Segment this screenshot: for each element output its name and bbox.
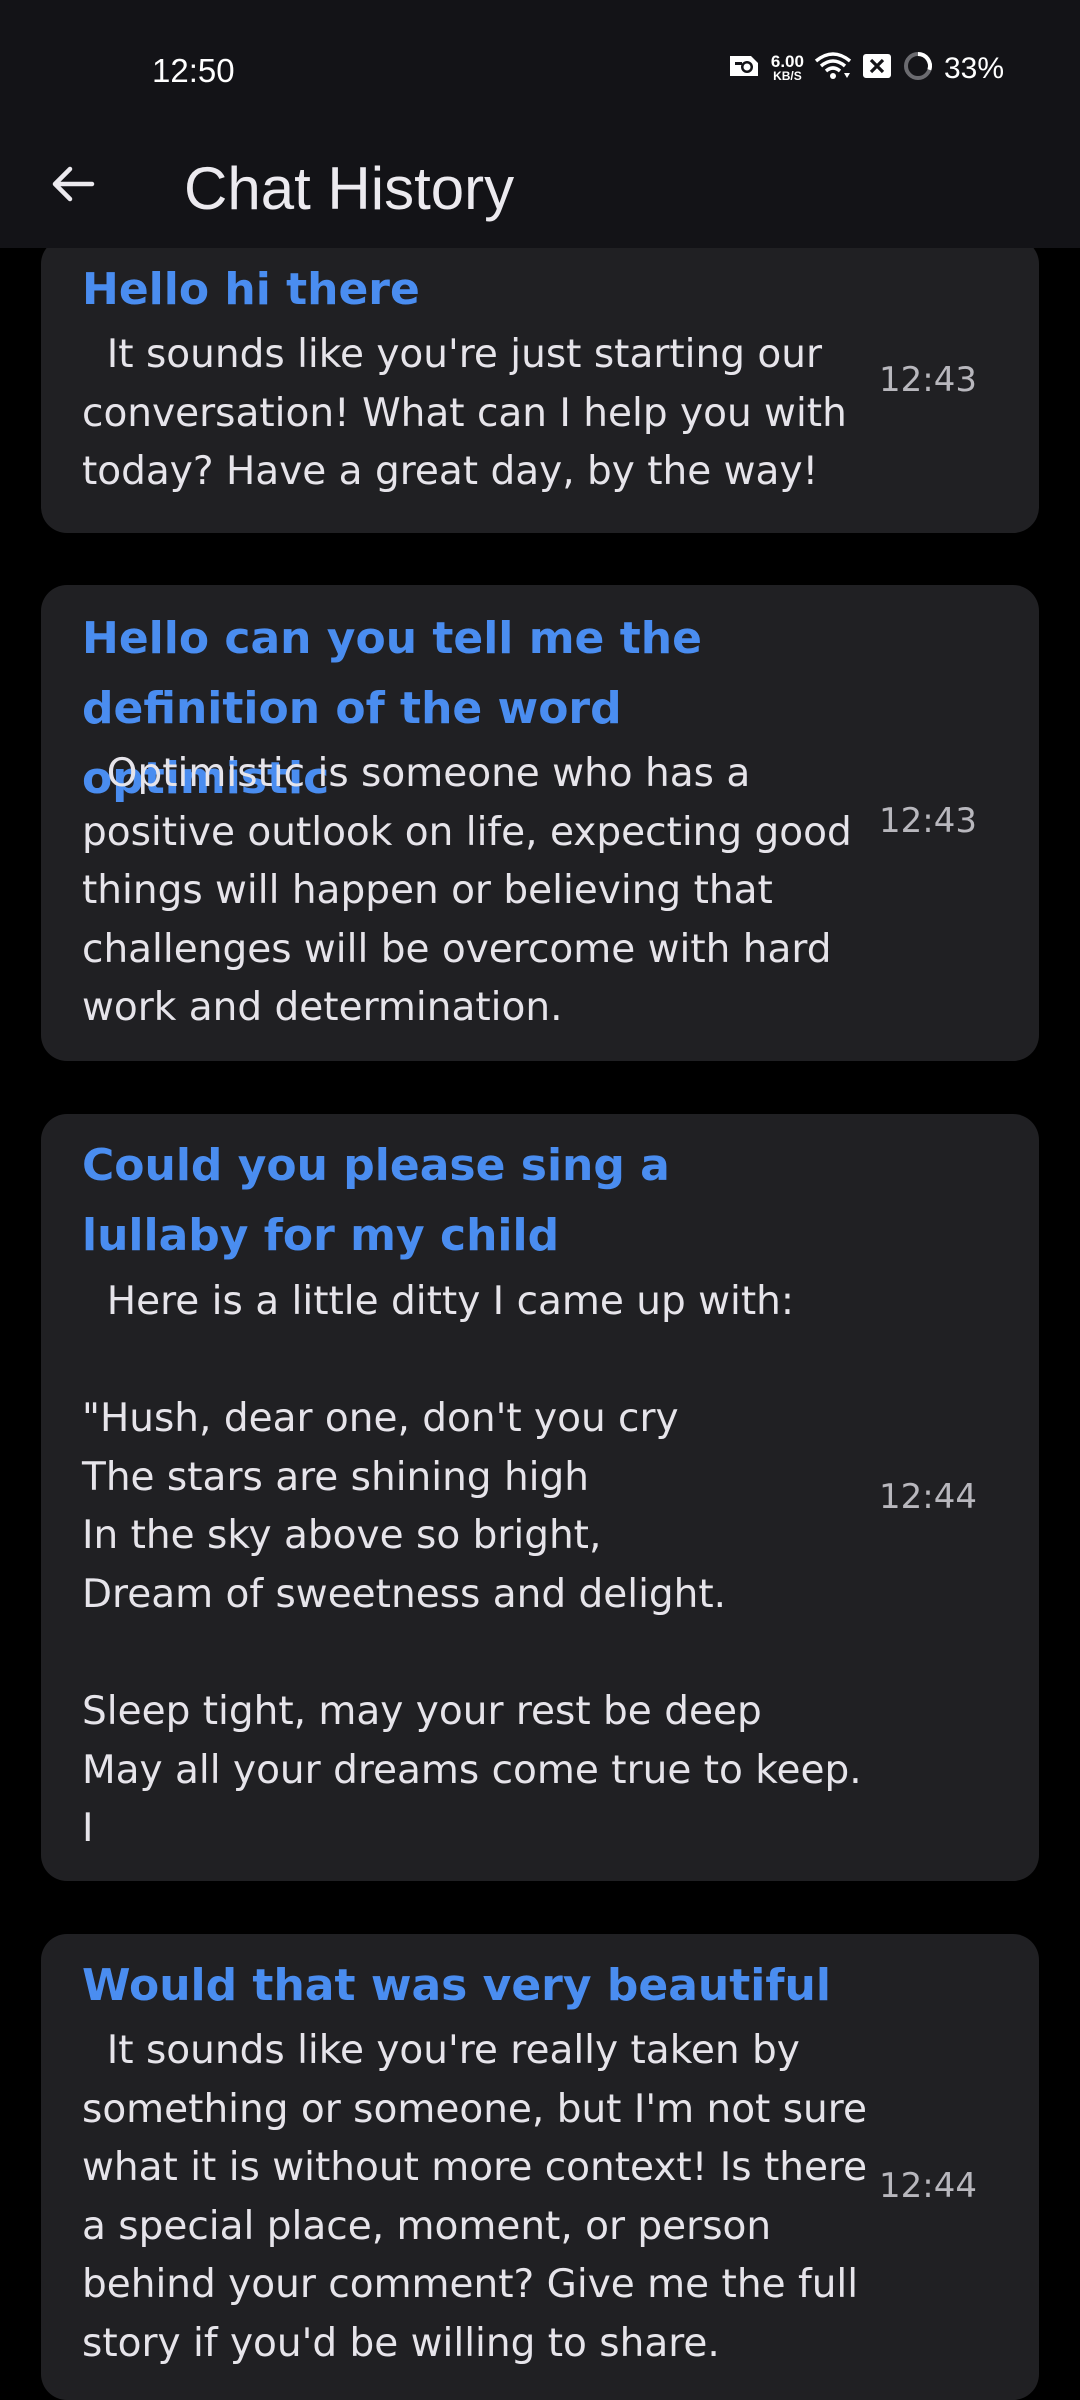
wifi-icon xyxy=(814,51,852,86)
sim-icon xyxy=(727,53,761,84)
battery-percent: 33% xyxy=(943,51,1004,85)
chat-card-preview: Here is a little ditty I came up with: "… xyxy=(82,1279,862,1852)
chat-card-title: Could you please sing a lullaby for my c… xyxy=(82,1140,670,1261)
chat-card-title: Would that was very beautiful xyxy=(82,1960,831,2011)
chat-card[interactable]: Hello hi there It sounds like you're jus… xyxy=(41,248,1039,533)
chat-card-preview: Optimistic is someone who has a positive… xyxy=(82,751,852,1031)
net-speed: 6.00 KB/S xyxy=(770,51,804,84)
page-title: Chat History xyxy=(184,155,515,222)
net-speed-value: 6.00 xyxy=(770,51,804,71)
chat-card-time: 12:43 xyxy=(879,360,977,400)
screen: 12:50 6.00 KB/S 33% Chat History Hello h… xyxy=(0,0,1080,2400)
chat-card-time: 12:43 xyxy=(879,801,977,841)
chat-card-time: 12:44 xyxy=(879,1477,977,1517)
status-bar: 12:50 6.00 KB/S 33% xyxy=(0,0,1080,130)
status-icons: 6.00 KB/S 33% xyxy=(727,50,1004,87)
arrow-left-icon xyxy=(48,160,96,213)
chat-card-preview: It sounds like you're just starting our … xyxy=(82,332,847,495)
chat-card-time: 12:44 xyxy=(879,2166,977,2206)
battery-ring-icon xyxy=(902,50,934,87)
status-time: 12:50 xyxy=(152,52,235,89)
app-bar: Chat History xyxy=(0,130,1080,248)
net-speed-unit: KB/S xyxy=(773,68,802,83)
chat-card[interactable]: Hello can you tell me the definition of … xyxy=(41,585,1039,1061)
chat-history-list[interactable]: Hello hi there It sounds like you're jus… xyxy=(0,248,1080,2400)
notification-x-icon xyxy=(862,52,892,85)
chat-card-title: Hello hi there xyxy=(82,264,420,315)
chat-card-preview: It sounds like you're really taken by so… xyxy=(82,2028,868,2366)
back-button[interactable] xyxy=(40,154,104,218)
chat-card[interactable]: Would that was very beautiful It sounds … xyxy=(41,1934,1039,2400)
chat-card[interactable]: Could you please sing a lullaby for my c… xyxy=(41,1114,1039,1881)
